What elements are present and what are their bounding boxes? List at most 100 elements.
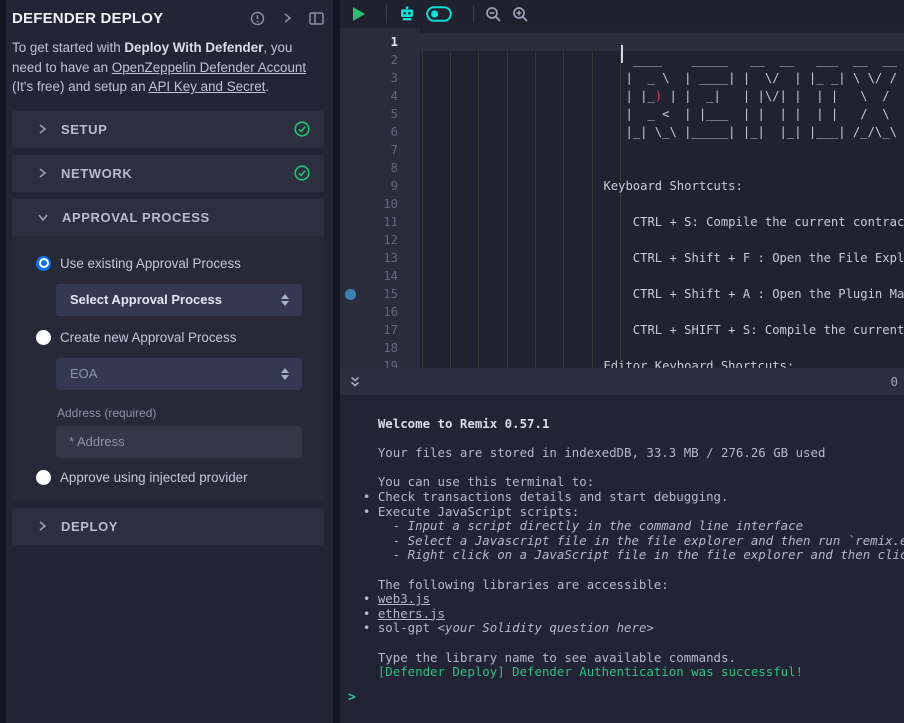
existing-approval-select-value: Select Approval Process	[70, 292, 281, 307]
editor-line[interactable]: | |_) | | _| | |\/| | | | \ /	[420, 87, 904, 105]
terminal-prompt[interactable]: >	[340, 690, 904, 705]
gutter-line[interactable]: 15	[340, 285, 420, 303]
section-network-header[interactable]: NETWORK	[12, 155, 324, 192]
split-panel-icon[interactable]	[309, 12, 324, 25]
existing-approval-select[interactable]: Select Approval Process	[56, 284, 302, 316]
gutter-line[interactable]: 19	[340, 357, 420, 368]
editor-line[interactable]: |_| \_\ |_____| |_| |_| |___| /_/\_\	[420, 123, 904, 141]
radio-approve-injected-provider[interactable]: Approve using injected provider	[12, 470, 324, 485]
gutter-line[interactable]: 4	[340, 87, 420, 105]
editor-line[interactable]	[420, 159, 904, 177]
radio-create-new-approval[interactable]: Create new Approval Process	[12, 330, 324, 345]
gutter-line[interactable]: 6	[340, 123, 420, 141]
zoom-out-button[interactable]	[485, 6, 502, 23]
editor-line[interactable]	[420, 141, 904, 159]
editor-line[interactable]	[420, 33, 904, 51]
editor-line[interactable]	[420, 267, 904, 285]
panel-link[interactable]: API Key and Secret	[149, 79, 266, 94]
select-updown-icon	[281, 368, 290, 380]
panel-title: DEFENDER DEPLOY	[12, 10, 234, 27]
terminal-line: Your files are stored in indexedDB, 33.3…	[340, 446, 904, 461]
gutter-line[interactable]: 14	[340, 267, 420, 285]
editor-line[interactable]	[420, 303, 904, 321]
run-script-button[interactable]	[353, 7, 365, 21]
terminal-line: • Check transactions details and start d…	[340, 490, 904, 505]
plugin-info-icon[interactable]	[250, 11, 265, 26]
remix-ide-screen: DEFENDER DEPLOY To get started with Depl…	[0, 0, 904, 723]
new-approval-type-select[interactable]: EOA	[56, 358, 302, 390]
radio-unchecked-icon[interactable]	[36, 330, 51, 345]
panel-link[interactable]: OpenZeppelin Defender Account	[112, 60, 306, 75]
defender-deploy-panel: DEFENDER DEPLOY To get started with Depl…	[6, 0, 333, 723]
ai-assistant-robot-button[interactable]	[398, 6, 416, 22]
section-deploy-header[interactable]: DEPLOY	[12, 508, 324, 545]
radio-unchecked-icon[interactable]	[36, 470, 51, 485]
collapse-panel-chevron-icon[interactable]	[281, 12, 293, 24]
terminal-collapse-button[interactable]	[348, 375, 362, 389]
gutter-line[interactable]: 9	[340, 177, 420, 195]
zoom-in-button[interactable]	[512, 6, 529, 23]
terminal[interactable]: Welcome to Remix 0.57.1 Your files are s…	[340, 395, 904, 723]
editor-line[interactable]	[420, 231, 904, 249]
terminal-line: [Defender Deploy] Defender Authenticatio…	[340, 665, 904, 680]
editor-line[interactable]: Editor Keyboard Shortcuts:	[420, 357, 904, 368]
setup-complete-check-icon	[294, 121, 310, 137]
play-icon	[353, 7, 365, 21]
section-network: NETWORK	[12, 155, 324, 192]
terminal-line: The following libraries are accessible:	[340, 578, 904, 593]
ai-copilot-toggle[interactable]	[426, 6, 452, 22]
terminal-header: 0	[340, 368, 904, 395]
section-setup-header[interactable]: SETUP	[12, 111, 324, 148]
terminal-line	[340, 636, 904, 651]
editor-line[interactable]: CTRL + S: Compile the current contract	[420, 213, 904, 231]
editor-line[interactable]: CTRL + SHIFT + S: Compile the current co…	[420, 321, 904, 339]
gutter-line[interactable]: 10	[340, 195, 420, 213]
gutter-line[interactable]: 11	[340, 213, 420, 231]
gutter-line[interactable]: 8	[340, 159, 420, 177]
radio-create-new-label: Create new Approval Process	[60, 330, 236, 345]
section-setup-label: SETUP	[61, 122, 294, 137]
toolbar-divider	[473, 5, 474, 23]
editor-gutter[interactable]: 12345678910111213141516171819	[340, 28, 420, 368]
radio-use-existing-label: Use existing Approval Process	[60, 256, 241, 271]
toggle-icon	[426, 6, 452, 22]
gutter-line[interactable]: 2	[340, 51, 420, 69]
address-input[interactable]	[56, 426, 302, 458]
gutter-line[interactable]: 13	[340, 249, 420, 267]
editor-line[interactable]: CTRL + Shift + A : Open the Plugin Manag…	[420, 285, 904, 303]
transaction-count-badge: 0	[890, 374, 898, 389]
terminal-link[interactable]: web3.js	[378, 591, 430, 606]
terminal-link[interactable]: ethers.js	[378, 606, 445, 621]
section-approval-header[interactable]: APPROVAL PROCESS	[12, 199, 324, 236]
zoom-in-icon	[512, 6, 529, 23]
editor-line[interactable]	[420, 339, 904, 357]
gutter-line[interactable]: 12	[340, 231, 420, 249]
terminal-line	[340, 563, 904, 578]
editor-line[interactable]	[420, 195, 904, 213]
panel-header: DEFENDER DEPLOY	[12, 6, 324, 30]
editor-line[interactable]: | _ \ | ____| | \/ | |_ _| \ \/ /	[420, 69, 904, 87]
gutter-line[interactable]: 1	[340, 33, 420, 51]
radio-checked-icon[interactable]	[36, 256, 51, 271]
radio-use-existing-approval[interactable]: Use existing Approval Process	[12, 256, 324, 271]
code-editor[interactable]: 12345678910111213141516171819 ____ _____…	[340, 28, 904, 368]
editor-line[interactable]: | _ < | |___ | | | | | | / \	[420, 105, 904, 123]
editor-line[interactable]: ____ _____ __ __ ___ __ __	[420, 51, 904, 69]
terminal-line: Type the library name to see available c…	[340, 651, 904, 666]
terminal-line	[340, 461, 904, 476]
gutter-line[interactable]: 3	[340, 69, 420, 87]
gutter-line[interactable]: 16	[340, 303, 420, 321]
editor-line[interactable]: Keyboard Shortcuts:	[420, 177, 904, 195]
editor-code[interactable]: ____ _____ __ __ ___ __ __ | _ \ | ____|…	[420, 28, 904, 368]
text-cursor	[621, 45, 623, 63]
gutter-line[interactable]: 7	[340, 141, 420, 159]
terminal-line: You can use this terminal to:	[340, 475, 904, 490]
gutter-line[interactable]: 17	[340, 321, 420, 339]
section-approval-label: APPROVAL PROCESS	[62, 210, 310, 225]
terminal-line: Welcome to Remix 0.57.1	[340, 417, 904, 432]
chevron-right-icon	[38, 168, 47, 178]
editor-line[interactable]: CTRL + Shift + F : Open the File Explore…	[420, 249, 904, 267]
gutter-line[interactable]: 5	[340, 105, 420, 123]
breakpoint-icon[interactable]	[345, 289, 356, 300]
gutter-line[interactable]: 18	[340, 339, 420, 357]
